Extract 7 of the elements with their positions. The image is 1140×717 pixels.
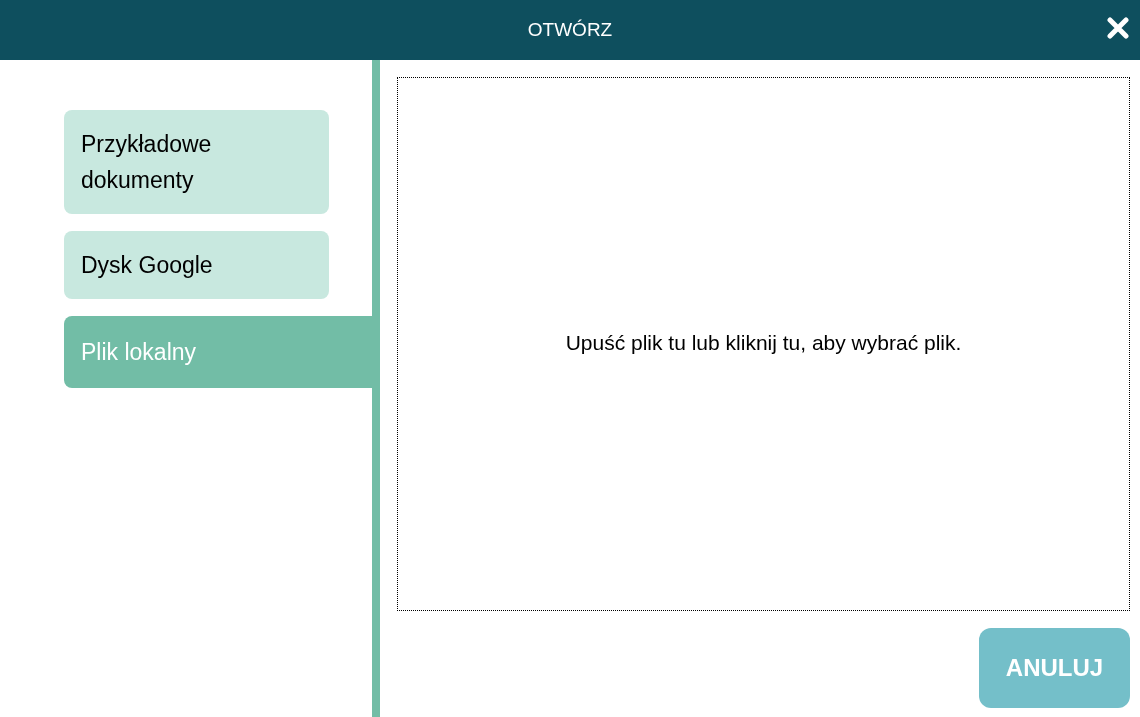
source-tab[interactable]: Przykładowe dokumenty [64, 110, 329, 214]
close-button[interactable] [1104, 14, 1132, 42]
close-icon [1107, 17, 1129, 39]
drop-zone-text: Upuść plik tu lub kliknij tu, aby wybrać plik. [565, 329, 962, 356]
window-title: OTWÓRZ [527, 17, 613, 42]
drop-zone[interactable]: Upuść plik tu lub kliknij tu, aby wybrać plik. [397, 77, 1130, 611]
source-tab[interactable]: Dysk Google [64, 231, 329, 299]
